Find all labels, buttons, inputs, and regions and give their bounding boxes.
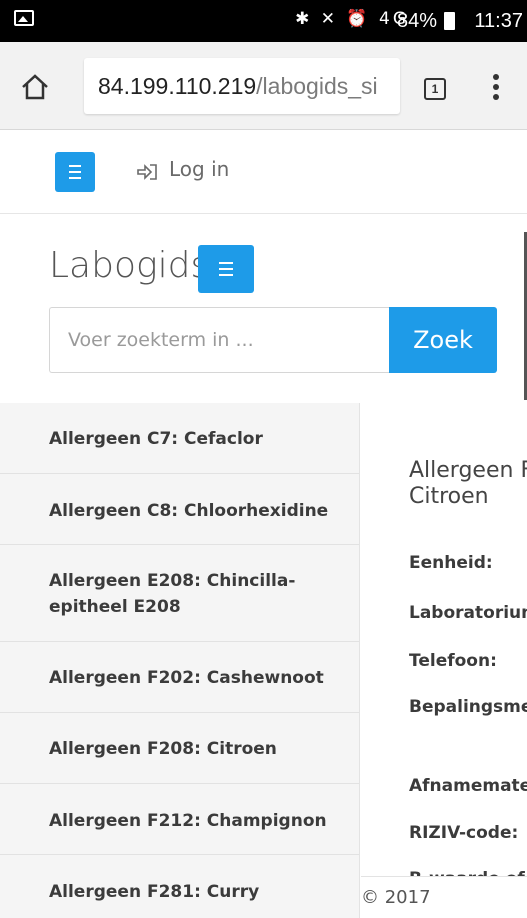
list-item-label: Allergeen C7: Cefaclor xyxy=(49,429,263,449)
top-navigation: Log in xyxy=(0,130,527,214)
tab-switcher-button[interactable]: 1 xyxy=(424,78,446,100)
list-item[interactable]: Allergeen F212: Champignon xyxy=(0,784,359,855)
list-item-label: Allergeen C8: Chloorhexidine xyxy=(49,501,329,521)
battery-percentage: 84% xyxy=(396,10,437,32)
clock: 11:37 xyxy=(474,10,523,32)
list-item-label: Allergeen F281: Curry xyxy=(49,882,260,902)
secondary-menu-button[interactable] xyxy=(198,245,254,293)
gallery-notification-icon xyxy=(14,10,34,26)
list-item[interactable]: Allergeen C8: Chloorhexidine xyxy=(0,474,359,545)
search-button[interactable]: Zoek xyxy=(389,307,497,373)
detail-panel: Allergeen F208: Citroen Eenheid: Laborat… xyxy=(361,403,527,918)
list-item-label: Allergeen E208: Chincilla-epitheel E208 xyxy=(49,571,296,617)
list-item[interactable]: Allergeen F208: Citroen xyxy=(0,713,359,784)
status-icons: ✱ ✕ ⏰ 4G xyxy=(295,9,409,29)
list-item[interactable]: Allergeen C7: Cefaclor xyxy=(0,403,359,474)
sign-in-icon xyxy=(137,161,157,180)
url-field[interactable]: 84.199.110.219/labogids_si xyxy=(84,58,400,114)
detail-title: Allergeen F208: Citroen xyxy=(409,458,527,509)
login-label: Log in xyxy=(169,157,230,181)
results-sidebar: Allergeen C7: Cefaclor Allergeen C8: Chl… xyxy=(0,403,360,918)
url-host: 84.199.110.219 xyxy=(98,73,257,99)
browser-toolbar: 84.199.110.219/labogids_si 1 xyxy=(0,42,527,130)
battery-icon xyxy=(444,12,455,30)
site-title[interactable]: Labogids xyxy=(49,245,209,286)
home-icon[interactable] xyxy=(20,72,50,102)
menu-toggle-button[interactable] xyxy=(55,152,95,192)
list-item-label: Allergeen F212: Champignon xyxy=(49,811,327,831)
url-path: /labogids_si xyxy=(256,73,378,99)
field-label: Telefoon: xyxy=(409,651,497,671)
login-link[interactable]: Log in xyxy=(137,157,229,181)
field-label: RIZIV-code: xyxy=(409,823,519,843)
status-bar: ✱ ✕ ⏰ 4G 84% 11:37 xyxy=(0,0,527,42)
list-item[interactable]: Allergeen F281: Curry xyxy=(0,855,359,918)
list-item[interactable]: Allergeen F202: Cashewnoot xyxy=(0,642,359,713)
field-label: Afnamemateriaal: xyxy=(409,776,527,796)
footer-copyright: © 2017 xyxy=(361,876,527,918)
field-label: Eenheid: xyxy=(409,553,493,573)
search-input[interactable]: Voer zoekterm in ... xyxy=(49,307,389,373)
list-item[interactable]: Allergeen E208: Chincilla-epitheel E208 xyxy=(0,545,359,642)
overflow-menu-icon[interactable] xyxy=(493,74,499,102)
list-item-label: Allergeen F208: Citroen xyxy=(49,739,277,759)
field-label: Laboratorium: xyxy=(409,603,527,623)
list-item-label: Allergeen F202: Cashewnoot xyxy=(49,668,324,688)
field-label: Bepalingsmethode: xyxy=(409,697,527,717)
